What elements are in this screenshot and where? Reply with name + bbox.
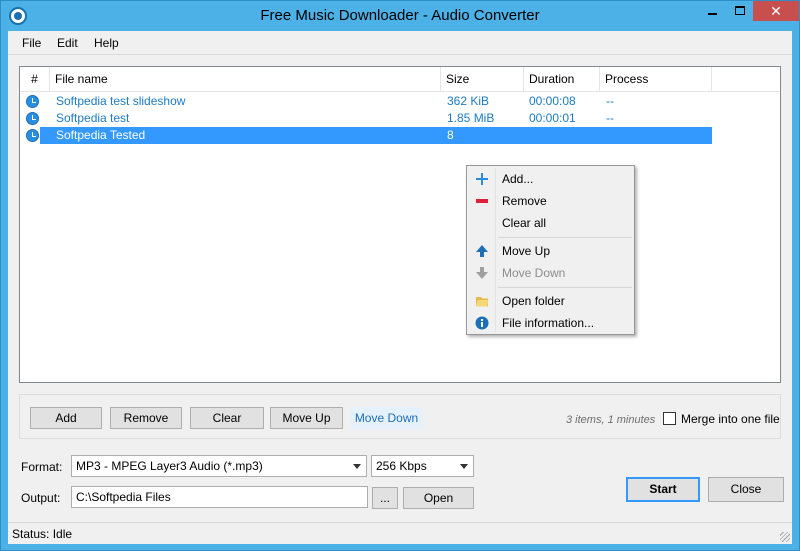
- file-duration: 00:00:01: [529, 111, 576, 125]
- status-bar: Status: Idle: [8, 522, 792, 544]
- plus-icon: [476, 173, 488, 185]
- output-label: Output:: [21, 491, 61, 505]
- info-icon: [475, 316, 489, 330]
- maximize-button[interactable]: [727, 1, 753, 21]
- ctx-move-down-label: Move Down: [502, 266, 566, 280]
- chevron-down-icon: [460, 464, 468, 469]
- col-size[interactable]: Size: [441, 67, 524, 92]
- app-window: Free Music Downloader - Audio Converter …: [0, 0, 800, 551]
- ctx-move-up-label: Move Up: [502, 244, 551, 258]
- file-list[interactable]: # File name Size Duration Process Softpe…: [19, 66, 781, 383]
- file-size: 1.85 MiB: [447, 111, 495, 125]
- client-area: File Edit Help # File name Size Duration…: [8, 31, 792, 544]
- bitrate-select[interactable]: 256 Kbps: [371, 455, 474, 477]
- format-select-value: MP3 - MPEG Layer3 Audio (*.mp3): [76, 459, 263, 473]
- col-duration[interactable]: Duration: [524, 67, 600, 92]
- file-name: Softpedia test slideshow: [56, 94, 186, 108]
- window-title: Free Music Downloader - Audio Converter: [260, 7, 540, 24]
- ctx-add[interactable]: Add...: [469, 168, 632, 190]
- menu-bar: File Edit Help: [8, 31, 792, 55]
- open-button[interactable]: Open: [403, 487, 474, 509]
- table-row[interactable]: Softpedia test 1.85 MiB 00:00:01 --: [20, 110, 780, 127]
- output-path-field[interactable]: C:\Softpedia Files: [71, 486, 368, 508]
- format-select[interactable]: MP3 - MPEG Layer3 Audio (*.mp3): [71, 455, 367, 477]
- col-process[interactable]: Process: [600, 67, 712, 92]
- col-file-name[interactable]: File name: [50, 67, 441, 92]
- arrow-up-icon: [476, 245, 488, 257]
- ctx-remove-label: Remove: [502, 194, 547, 208]
- ctx-open-folder[interactable]: Open folder: [469, 290, 632, 312]
- file-name: Softpedia test: [56, 111, 130, 125]
- menu-separator: [498, 287, 632, 288]
- ctx-clear-all-label: Clear all: [502, 216, 547, 230]
- ctx-move-down[interactable]: Move Down: [469, 262, 632, 284]
- list-actions-panel: Add Remove Clear Move Up Move Down 3 ite…: [19, 394, 781, 439]
- close-icon: ✕: [770, 3, 782, 19]
- format-label: Format:: [21, 460, 63, 474]
- clock-icon: [26, 112, 39, 125]
- file-size: 8: [447, 128, 454, 142]
- merge-checkbox[interactable]: [663, 412, 676, 425]
- folder-icon: [476, 297, 489, 307]
- browse-button[interactable]: ...: [372, 487, 398, 509]
- menu-help[interactable]: Help: [94, 36, 119, 50]
- ctx-move-up[interactable]: Move Up: [469, 240, 632, 262]
- status-text: Status: Idle: [12, 527, 73, 541]
- menu-file[interactable]: File: [22, 36, 41, 50]
- clock-icon: [26, 129, 39, 142]
- minimize-icon: [707, 13, 717, 15]
- merge-label[interactable]: Merge into one file: [681, 412, 780, 426]
- ctx-file-information-label: File information...: [502, 316, 595, 330]
- clock-icon: [26, 95, 39, 108]
- table-row[interactable]: Softpedia test slideshow 362 KiB 00:00:0…: [20, 93, 780, 110]
- close-button[interactable]: Close: [708, 477, 784, 502]
- maximize-icon: [735, 6, 745, 15]
- file-process: --: [606, 111, 614, 125]
- add-button[interactable]: Add: [30, 407, 102, 429]
- file-duration: 00:00:08: [529, 94, 576, 108]
- ctx-add-label: Add...: [502, 172, 534, 186]
- context-menu: Add... Remove Clear all Move Up Move Dow…: [466, 165, 635, 335]
- file-size: 362 KiB: [447, 94, 490, 108]
- table-row-selected[interactable]: Softpedia Tested 8: [20, 127, 780, 144]
- close-window-button[interactable]: ✕: [753, 1, 799, 21]
- bitrate-select-value: 256 Kbps: [376, 459, 427, 473]
- ctx-remove[interactable]: Remove: [469, 190, 632, 212]
- chevron-down-icon: [353, 464, 361, 469]
- ctx-file-information[interactable]: File information...: [469, 312, 632, 334]
- menu-edit[interactable]: Edit: [57, 36, 78, 50]
- file-process: --: [606, 94, 614, 108]
- items-summary: 3 items, 1 minutes: [566, 414, 656, 426]
- resize-grip[interactable]: [780, 532, 790, 542]
- start-button[interactable]: Start: [626, 477, 700, 502]
- file-name: Softpedia Tested: [56, 128, 146, 142]
- minus-icon: [476, 199, 488, 203]
- minimize-button[interactable]: [698, 1, 726, 21]
- move-up-button[interactable]: Move Up: [270, 407, 343, 429]
- clear-button[interactable]: Clear: [190, 407, 264, 429]
- title-bar[interactable]: Free Music Downloader - Audio Converter …: [1, 1, 799, 31]
- menu-separator: [498, 237, 632, 238]
- list-header: # File name Size Duration Process: [20, 67, 780, 92]
- move-down-button[interactable]: Move Down: [350, 407, 423, 429]
- ctx-open-folder-label: Open folder: [502, 294, 565, 308]
- col-number[interactable]: #: [20, 67, 50, 92]
- arrow-down-icon: [476, 267, 488, 279]
- remove-button[interactable]: Remove: [110, 407, 182, 429]
- ctx-clear-all[interactable]: Clear all: [469, 212, 632, 234]
